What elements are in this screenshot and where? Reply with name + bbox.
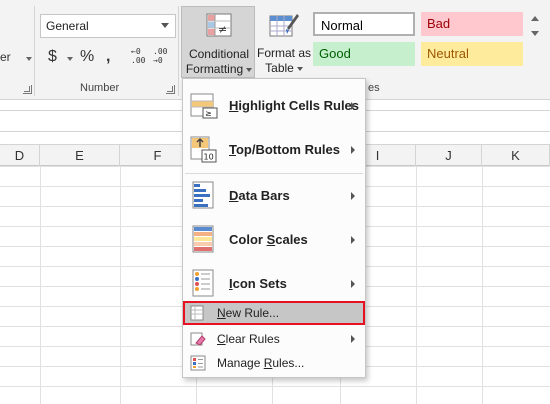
format-as-table-label-2: Table [256, 61, 312, 75]
decrease-decimal-top: .00 [153, 47, 168, 56]
group-divider [178, 6, 179, 96]
svg-text:≥: ≥ [205, 109, 212, 118]
top-bottom-rules-icon: 10 [190, 136, 217, 163]
comma-style-button[interactable]: , [106, 48, 110, 66]
decrease-decimal-button[interactable]: .00 →0 [153, 47, 167, 65]
chevron-down-icon [531, 31, 539, 36]
submenu-arrow-icon [351, 192, 355, 200]
ribbon-cut-off-label: er [0, 50, 11, 64]
conditional-formatting-button[interactable]: ≠ Conditional Formatting [181, 6, 255, 78]
menu-item-color-scales[interactable]: Color Scales [183, 217, 365, 261]
grid-line [120, 166, 121, 404]
menu-item-data-bars[interactable]: Data Bars [183, 173, 365, 217]
format-as-table-button[interactable]: Format as Table [256, 6, 312, 78]
menu-item-clear-rules[interactable]: Clear Rules [183, 327, 365, 351]
highlight-cells-rules-label: Highlight Cells Rules [229, 98, 360, 113]
conditional-formatting-icon: ≠ [206, 13, 232, 37]
icon-sets-label: Icon Sets [229, 276, 287, 291]
menu-item-icon-sets[interactable]: Icon Sets [183, 261, 365, 305]
eraser-icon [190, 332, 206, 346]
conditional-formatting-menu: ≥ Highlight Cells Rules 10 Top/Bottom Ru… [182, 78, 366, 378]
conditional-formatting-label-2: Formatting [182, 62, 256, 76]
increase-decimal-button[interactable]: ←0 .00 [131, 47, 145, 65]
chevron-down-icon [161, 23, 169, 28]
format-as-table-label-1: Format as [256, 46, 311, 60]
style-normal[interactable]: Normal [313, 12, 415, 36]
submenu-arrow-icon [351, 236, 355, 244]
accounting-format-button[interactable]: $ [48, 48, 57, 66]
group-divider [34, 6, 35, 96]
styles-group-label: es [368, 82, 380, 94]
percent-style-button[interactable]: % [80, 48, 94, 66]
number-dialog-launcher-icon[interactable] [166, 85, 175, 94]
submenu-arrow-icon [351, 335, 355, 343]
decrease-decimal-bottom: →0 [153, 56, 163, 65]
cell-styles-gallery: Normal Bad Good Neutral [313, 12, 535, 70]
chevron-up-icon [531, 16, 539, 21]
grid-line [40, 166, 41, 404]
column-header-k[interactable]: K [482, 145, 550, 166]
column-header-e[interactable]: E [40, 145, 120, 166]
icon-sets-icon [192, 269, 214, 297]
data-bars-label: Data Bars [229, 188, 290, 203]
manage-rules-icon [190, 355, 206, 371]
color-scales-icon [192, 225, 214, 253]
chevron-down-icon [296, 66, 303, 71]
styles-gallery-scroll[interactable] [528, 12, 542, 72]
data-bars-icon [192, 181, 214, 209]
highlight-cells-rules-icon: ≥ [190, 93, 218, 119]
new-rule-icon [190, 305, 204, 321]
increase-decimal-top: ←0 [131, 47, 141, 56]
format-as-table-icon [269, 14, 299, 37]
new-rule-label: New Rule... [217, 306, 280, 320]
manage-rules-label: Manage Rules... [217, 356, 305, 370]
number-format-value: General [46, 19, 89, 33]
grid-line [416, 166, 417, 404]
submenu-arrow-icon [351, 280, 355, 288]
style-good[interactable]: Good [313, 42, 415, 66]
grid-line [482, 166, 483, 404]
clear-rules-label: Clear Rules [217, 332, 280, 346]
svg-text:≠: ≠ [218, 23, 227, 36]
chevron-down-icon [246, 67, 253, 72]
menu-item-new-rule[interactable]: New Rule... [183, 301, 365, 325]
top-bottom-rules-label: Top/Bottom Rules [229, 142, 340, 157]
submenu-arrow-icon [351, 146, 355, 154]
number-group-label: Number [80, 82, 120, 94]
submenu-arrow-icon [351, 102, 355, 110]
alignment-dialog-launcher-icon[interactable] [23, 85, 32, 94]
column-header-d[interactable]: D [0, 145, 40, 166]
menu-item-highlight-cells-rules[interactable]: ≥ Highlight Cells Rules [183, 83, 365, 127]
menu-item-manage-rules[interactable]: Manage Rules... [183, 351, 365, 375]
alignment-dropdown-arrow[interactable] [26, 57, 32, 61]
style-bad[interactable]: Bad [421, 12, 523, 36]
conditional-formatting-label-1: Conditional [188, 47, 250, 61]
number-format-select[interactable]: General [40, 14, 176, 38]
accounting-format-dropdown[interactable] [67, 57, 73, 61]
style-neutral[interactable]: Neutral [421, 42, 523, 66]
color-scales-label: Color Scales [229, 232, 308, 247]
increase-decimal-bottom: .00 [131, 56, 146, 65]
top-bottom-icon-number: 10 [204, 153, 214, 162]
menu-item-top-bottom-rules[interactable]: 10 Top/Bottom Rules [183, 127, 365, 171]
column-header-j[interactable]: J [416, 145, 482, 166]
